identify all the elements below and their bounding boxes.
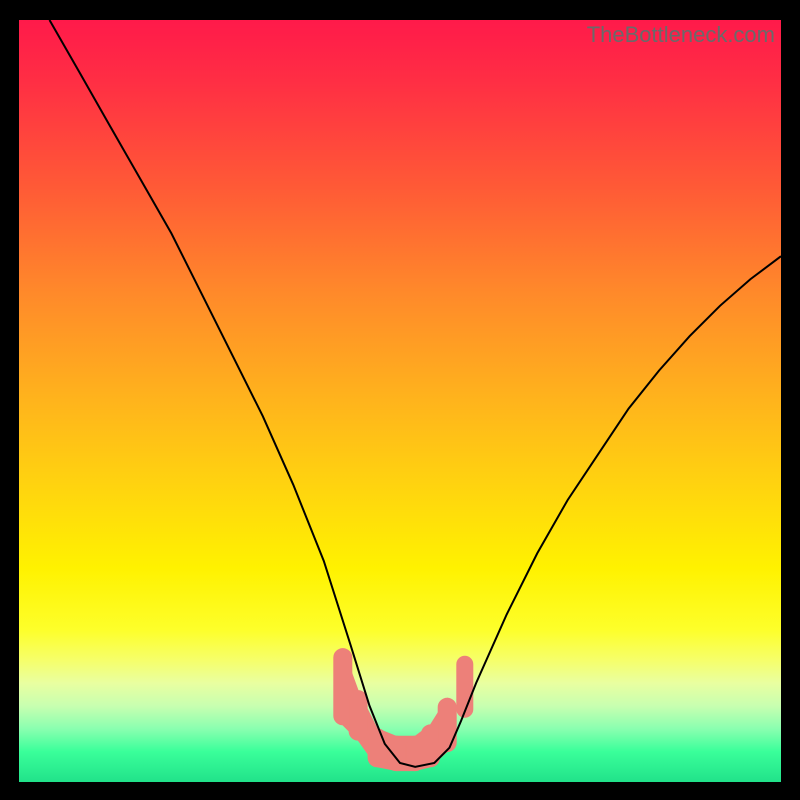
bottleneck-curve [50, 20, 782, 767]
chart-frame: TheBottleneck.com [19, 20, 781, 782]
marker-capsule [368, 729, 386, 767]
marker-capsule [457, 656, 473, 717]
marker-capsule [387, 736, 405, 770]
marker-group [334, 649, 473, 771]
marker-capsule [438, 698, 456, 751]
chart-overlay [19, 20, 781, 782]
marker-capsule [349, 691, 367, 741]
